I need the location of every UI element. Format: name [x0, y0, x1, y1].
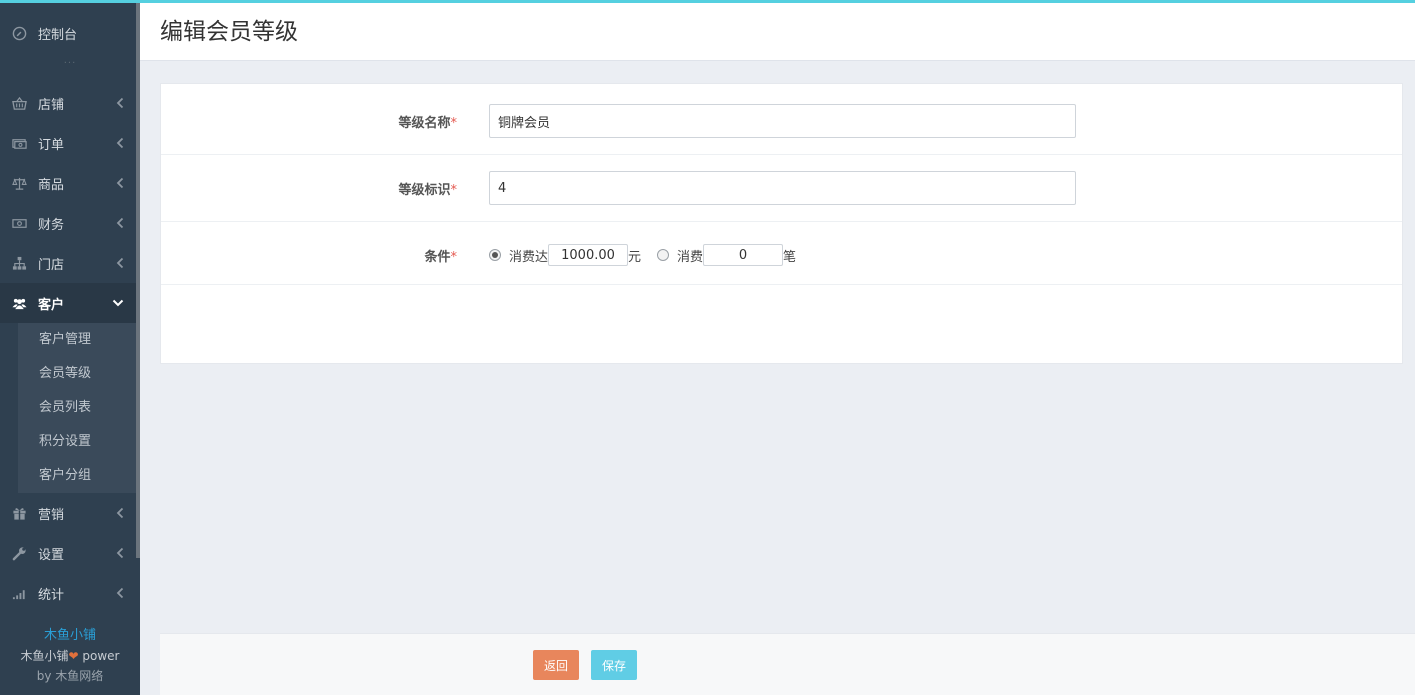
level-name-input[interactable] — [489, 104, 1076, 138]
chevron-left-icon — [116, 507, 124, 519]
page-header: 编辑会员等级 — [140, 3, 1415, 61]
brand-power-name: 木鱼小铺 — [20, 649, 69, 663]
sidebar-item-label: 统计 — [38, 587, 65, 603]
member-level-form: 等级名称* 等级标识* 条件* 消费达 元 消费 笔 — [160, 83, 1403, 364]
customer-submenu: 客户管理 会员等级 会员列表 积分设置 客户分组 — [18, 323, 136, 493]
sitemap-icon — [11, 255, 27, 271]
level-id-label-text: 等级标识 — [398, 183, 451, 198]
sidebar-item-label: 店铺 — [38, 97, 65, 113]
sidebar-item-label: 客户 — [38, 297, 65, 313]
sidebar-brand: 木鱼小铺 木鱼小铺❤ power by 木鱼网络 — [0, 626, 140, 686]
submenu-item-customer-groups[interactable]: 客户分组 — [18, 459, 136, 493]
sidebar-item-label: 控制台 — [38, 27, 78, 43]
heart-icon: ❤ — [68, 649, 79, 663]
gift-icon — [11, 505, 27, 521]
brand-power-suffix: power — [78, 649, 120, 663]
save-button[interactable]: 保存 — [591, 650, 638, 680]
sidebar-item-marketing[interactable]: 营销 — [0, 493, 136, 533]
sidebar-item-dashboard[interactable]: 控制台 — [0, 13, 136, 53]
condition-amount-prefix: 消费达 — [509, 249, 549, 265]
submenu-item-member-levels[interactable]: 会员等级 — [18, 357, 136, 391]
sidebar-item-label: 设置 — [38, 547, 65, 563]
sidebar-item-shop[interactable]: 店铺 — [0, 83, 136, 123]
condition-count-input[interactable] — [703, 244, 784, 266]
sidebar-item-statistics[interactable]: 统计 — [0, 573, 136, 613]
page-title: 编辑会员等级 — [160, 19, 298, 45]
form-row-condition: 条件* 消费达 元 消费 笔 — [161, 222, 1402, 285]
condition-amount-unit: 元 — [628, 249, 642, 265]
chevron-left-icon — [116, 97, 124, 109]
level-id-label: 等级标识* — [398, 179, 457, 198]
top-accent-bar — [0, 0, 1415, 3]
brand-power: 木鱼小铺❤ power — [0, 646, 140, 666]
required-mark: * — [450, 116, 458, 131]
level-name-label: 等级名称* — [398, 112, 457, 131]
brand-by: by 木鱼网络 — [36, 669, 104, 683]
brand-name[interactable]: 木鱼小铺 — [0, 626, 140, 646]
sidebar-scrollbar[interactable] — [136, 3, 140, 558]
condition-amount-input[interactable] — [548, 244, 629, 266]
dashboard-icon — [11, 25, 27, 41]
required-mark: * — [450, 250, 458, 265]
level-name-label-text: 等级名称 — [398, 116, 451, 131]
sidebar-item-label: 门店 — [38, 257, 65, 273]
submenu-item-customer-management[interactable]: 客户管理 — [18, 323, 136, 357]
wrench-icon — [11, 545, 27, 561]
scale-icon — [11, 175, 27, 191]
sidebar-separator: ··· — [63, 58, 77, 69]
condition-amount-radio[interactable] — [489, 249, 501, 261]
level-id-input[interactable] — [489, 171, 1076, 205]
condition-count-prefix: 消费 — [677, 249, 704, 265]
sidebar-item-orders[interactable]: 订单 — [0, 123, 136, 163]
chevron-left-icon — [116, 547, 124, 559]
form-footer: 返回 保存 — [160, 633, 1415, 695]
condition-count-radio[interactable] — [657, 249, 670, 261]
sidebar-item-label: 订单 — [38, 137, 65, 153]
signal-icon — [11, 585, 27, 601]
sidebar-item-customers[interactable]: 客户 — [0, 283, 136, 323]
sidebar-item-label: 财务 — [38, 217, 65, 233]
chevron-left-icon — [116, 217, 124, 229]
sidebar-item-finance[interactable]: 财务 — [0, 203, 136, 243]
submenu-item-points-settings[interactable]: 积分设置 — [18, 425, 136, 459]
cash-icon — [11, 215, 27, 231]
sidebar-item-products[interactable]: 商品 — [0, 163, 136, 203]
money-icon — [11, 135, 27, 151]
chevron-left-icon — [116, 137, 124, 149]
condition-options: 消费达 元 消费 笔 — [489, 244, 796, 266]
back-button[interactable]: 返回 — [533, 650, 580, 680]
sidebar-item-label: 商品 — [38, 177, 65, 193]
chevron-left-icon — [116, 177, 124, 189]
sidebar-item-settings[interactable]: 设置 — [0, 533, 136, 573]
chevron-left-icon — [116, 257, 124, 269]
users-icon — [11, 295, 27, 311]
sidebar: 控制台 ··· 店铺 订单 商品 财务 门店 客户 客户管理 会员等级 会员列表… — [0, 0, 140, 695]
form-row-level-id: 等级标识* — [161, 155, 1402, 222]
chevron-left-icon — [116, 587, 124, 599]
sidebar-item-stores[interactable]: 门店 — [0, 243, 136, 283]
required-mark: * — [450, 183, 458, 198]
form-row-level-name: 等级名称* — [161, 84, 1402, 155]
chevron-down-icon — [112, 299, 124, 307]
basket-icon — [11, 95, 27, 111]
condition-label: 条件* — [424, 246, 457, 265]
condition-label-text: 条件 — [424, 250, 451, 265]
sidebar-item-label: 营销 — [38, 507, 65, 523]
submenu-item-member-list[interactable]: 会员列表 — [18, 391, 136, 425]
condition-count-unit: 笔 — [783, 249, 797, 265]
